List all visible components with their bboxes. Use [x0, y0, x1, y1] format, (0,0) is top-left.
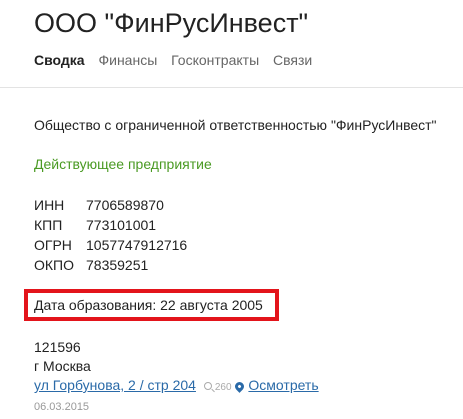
code-value: 1057747912716	[86, 237, 188, 253]
code-label: КПП	[34, 217, 63, 233]
tab-connections[interactable]: Связи	[273, 52, 312, 68]
postal-code: 121596	[34, 339, 81, 355]
tab-finances[interactable]: Финансы	[98, 52, 157, 68]
code-row-ogrn: ОГРН 1057747912716	[34, 235, 187, 255]
map-view-link[interactable]: Осмотреть	[248, 377, 318, 393]
code-row-inn: ИНН 7706589870	[34, 195, 187, 215]
tab-gov-contracts[interactable]: Госконтракты	[171, 52, 259, 68]
code-row-okpo: ОКПО 78359251	[34, 255, 187, 275]
map-pin-icon	[233, 380, 247, 393]
views-counter: 260	[203, 382, 232, 393]
header-divider	[0, 87, 463, 88]
code-label: ОКПО	[34, 257, 74, 273]
company-title: ООО "ФинРусИнвест"	[34, 8, 309, 38]
company-status: Действующее предприятие	[34, 156, 212, 172]
company-full-name: Общество с ограниченной ответственностью…	[34, 117, 437, 133]
code-row-kpp: КПП 773101001	[34, 215, 187, 235]
code-value: 78359251	[86, 257, 149, 273]
address-line: ул Горбунова, 2 / стр 204 260 Осмотреть	[34, 377, 319, 393]
city: г Москва	[34, 358, 91, 374]
code-value: 773101001	[86, 217, 157, 233]
views-count: 260	[214, 382, 232, 393]
code-label: ОГРН	[34, 237, 72, 253]
registry-codes: ИНН 7706589870 КПП 773101001 ОГРН 105774791…	[34, 195, 187, 275]
update-date: 06.03.2015	[34, 401, 90, 413]
founding-date: Дата образования: 22 августа 2005	[34, 297, 263, 313]
code-value: 7706589870	[86, 197, 164, 213]
code-label: ИНН	[34, 197, 65, 213]
tab-bar: Сводка Финансы Госконтракты Связи	[34, 52, 322, 68]
tab-summary[interactable]: Сводка	[34, 52, 85, 68]
magnifier-icon	[203, 382, 212, 390]
street-link[interactable]: ул Горбунова, 2 / стр 204	[34, 377, 196, 393]
